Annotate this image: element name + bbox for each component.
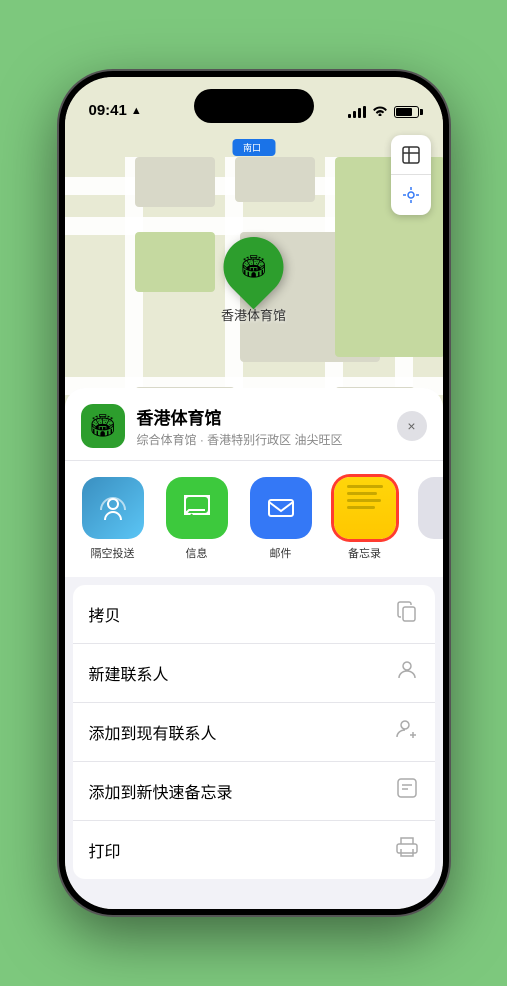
bar3 — [358, 108, 361, 118]
map-view-button[interactable] — [391, 135, 431, 175]
menu-item-print[interactable]: 打印 — [73, 821, 435, 879]
battery-fill — [396, 108, 413, 116]
signal-bars — [348, 106, 366, 118]
share-airdrop[interactable]: 隔空投送 — [73, 477, 153, 561]
airdrop-label: 隔空投送 — [91, 545, 135, 561]
notes-icon — [334, 477, 396, 539]
notes-label: 备忘录 — [348, 545, 381, 561]
menu-label-new-contact: 新建联系人 — [89, 661, 169, 685]
stadium-pin-inner: 🏟 — [240, 254, 268, 280]
note-icon — [395, 776, 419, 806]
battery-icon — [394, 106, 419, 118]
phone-frame: 09:41 ▲ — [59, 71, 449, 915]
status-icons — [348, 104, 419, 119]
notes-lines — [341, 477, 389, 515]
label-badge: 南口 — [240, 142, 264, 154]
messages-label: 信息 — [186, 545, 208, 561]
wifi-icon — [372, 104, 388, 119]
notes-line-1 — [347, 485, 383, 488]
share-mail[interactable]: 邮件 — [241, 477, 321, 561]
location-indicator: ▲ — [131, 105, 142, 117]
mail-label: 邮件 — [270, 545, 292, 561]
notes-line-4 — [347, 506, 375, 509]
notes-line-2 — [347, 492, 377, 495]
bar2 — [353, 111, 356, 118]
stadium-marker: 🏟 香港体育馆 — [221, 237, 286, 324]
notes-line-3 — [347, 499, 381, 502]
menu-label-print: 打印 — [89, 838, 121, 862]
location-label: 南口 — [232, 139, 275, 156]
venue-info: 香港体育馆 综合体育馆 · 香港特别行政区 油尖旺区 — [137, 404, 385, 448]
share-messages[interactable]: 信息 — [157, 477, 237, 561]
mail-icon — [250, 477, 312, 539]
more-icon — [418, 477, 443, 539]
share-notes[interactable]: 备忘录 — [325, 477, 405, 561]
menu-item-quick-note[interactable]: 添加到新快速备忘录 — [73, 762, 435, 821]
bottom-sheet: 🏟 香港体育馆 综合体育馆 · 香港特别行政区 油尖旺区 × — [65, 388, 443, 909]
menu-item-copy[interactable]: 拷贝 — [73, 585, 435, 644]
menu-item-add-contact[interactable]: 添加到现有联系人 — [73, 703, 435, 762]
person-icon — [395, 658, 419, 688]
status-time: 09:41 — [89, 102, 127, 119]
sheet-header: 🏟 香港体育馆 综合体育馆 · 香港特别行政区 油尖旺区 × — [65, 388, 443, 461]
map-block-green — [135, 232, 215, 292]
menu-section: 拷贝 新建联系人 — [73, 585, 435, 879]
map-block — [135, 157, 215, 207]
messages-icon — [166, 477, 228, 539]
phone-screen: 09:41 ▲ — [65, 77, 443, 909]
venue-subtitle: 综合体育馆 · 香港特别行政区 油尖旺区 — [137, 431, 385, 448]
close-button[interactable]: × — [397, 411, 427, 441]
map-block — [235, 157, 315, 202]
menu-item-new-contact[interactable]: 新建联系人 — [73, 644, 435, 703]
bar1 — [348, 114, 351, 118]
dynamic-island — [194, 89, 314, 123]
share-row: 隔空投送 信息 — [65, 461, 443, 577]
bar4 — [363, 106, 366, 118]
copy-icon — [395, 599, 419, 629]
map-controls[interactable] — [391, 135, 431, 215]
venue-name: 香港体育馆 — [137, 404, 385, 429]
airdrop-icon — [82, 477, 144, 539]
stadium-pin: 🏟 — [211, 225, 296, 310]
print-icon — [395, 835, 419, 865]
menu-label-copy: 拷贝 — [89, 602, 121, 626]
person-add-icon — [395, 717, 419, 747]
menu-label-add-contact: 添加到现有联系人 — [89, 720, 217, 744]
venue-icon: 🏟 — [81, 404, 125, 448]
share-more[interactable]: 提 — [409, 477, 443, 561]
location-button[interactable] — [391, 175, 431, 215]
menu-label-quick-note: 添加到新快速备忘录 — [89, 779, 233, 803]
